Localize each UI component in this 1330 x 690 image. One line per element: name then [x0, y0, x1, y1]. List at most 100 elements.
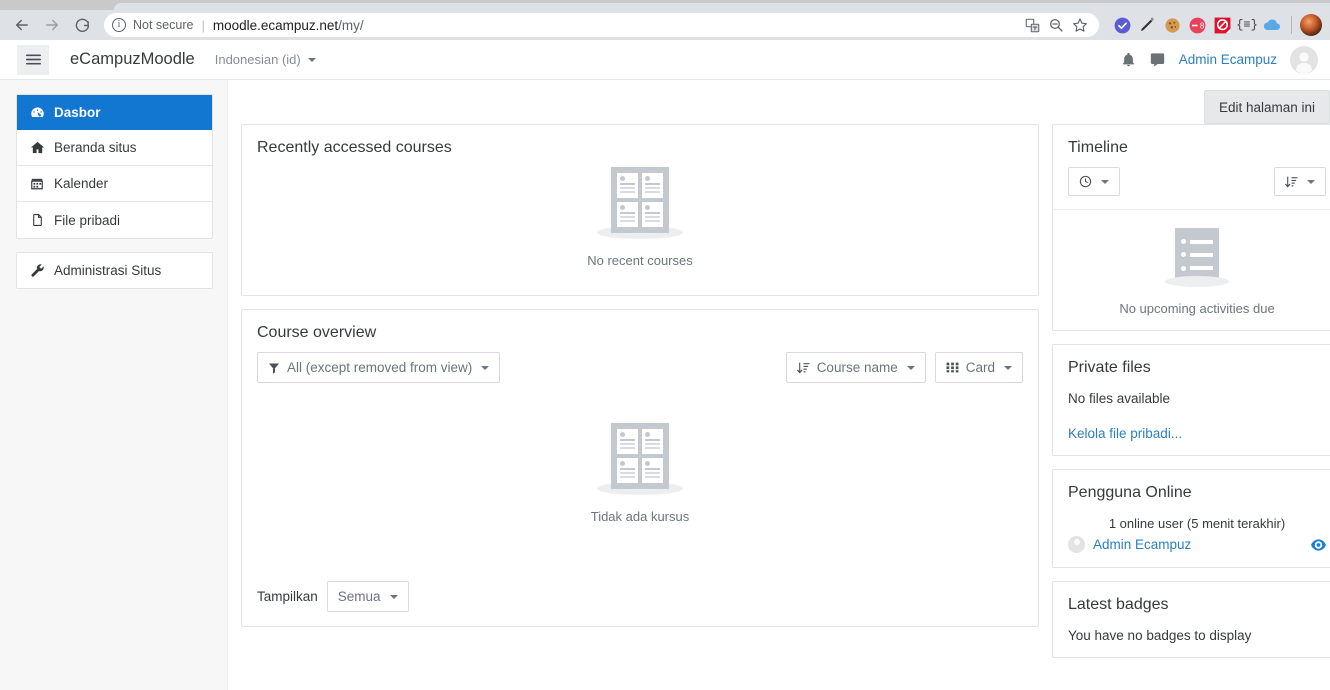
- course-display-dropdown[interactable]: Card: [934, 352, 1023, 383]
- sidebar-item-label: Kalender: [54, 176, 109, 191]
- reload-icon[interactable]: [68, 11, 96, 39]
- timeline-empty-state: No upcoming activities due: [1068, 228, 1326, 316]
- edit-page-button[interactable]: Edit halaman ini: [1203, 90, 1330, 124]
- illustration-shadow: [1165, 276, 1229, 287]
- course-overview-controls: All (except removed from view) Course na…: [257, 352, 1023, 383]
- course-filter-label: All (except removed from view): [287, 360, 473, 375]
- verified-badge-extension-icon[interactable]: [1111, 14, 1133, 36]
- translate-icon[interactable]: [1021, 14, 1043, 36]
- illustration-card: [616, 457, 638, 483]
- block-title: Course overview: [257, 324, 377, 341]
- site-info-icon[interactable]: i: [112, 18, 126, 32]
- course-overview-block: Course overview All (except removed from…: [241, 309, 1039, 627]
- site-brand[interactable]: eCampuzMoodle: [70, 50, 195, 69]
- course-display-label: Card: [965, 360, 995, 375]
- paging-size-dropdown[interactable]: Semua: [326, 581, 409, 612]
- eye-icon[interactable]: [1311, 538, 1326, 551]
- page-body: Dasbor Beranda situs Kalender File priba…: [0, 80, 1330, 690]
- empty-state-text: No recent courses: [587, 253, 693, 268]
- user-menu-link[interactable]: Admin Ecampuz: [1179, 52, 1277, 67]
- timeline-block: Timeline No upcoming activities due: [1052, 124, 1330, 331]
- empty-state-text: Tidak ada kursus: [590, 508, 690, 524]
- course-overview-empty-state: Tidak ada kursus: [590, 422, 690, 524]
- sidebar-navigation: Dasbor Beranda situs Kalender File priba…: [0, 80, 228, 690]
- course-filter-dropdown[interactable]: All (except removed from view): [257, 352, 501, 383]
- block-title: Latest badges: [1068, 596, 1169, 613]
- illustration-row: [1181, 265, 1213, 271]
- pen-extension-icon[interactable]: [1136, 14, 1158, 36]
- back-arrow-icon[interactable]: [8, 11, 36, 39]
- chevron-down-icon: [481, 365, 490, 370]
- illustration-card: [616, 428, 638, 454]
- sidebar-item-label: File pribadi: [54, 212, 121, 228]
- language-menu[interactable]: Indonesian (id): [215, 52, 316, 67]
- sidebar-item-dasbor[interactable]: Dasbor: [17, 95, 212, 130]
- chevron-down-icon: [1004, 365, 1012, 370]
- url-path: /my/: [338, 17, 364, 33]
- filter-funnel-icon: [268, 362, 280, 374]
- moodle-navbar: eCampuzMoodle Indonesian (id) Admin Ecam…: [0, 40, 1330, 80]
- illustration-card: [642, 202, 663, 227]
- star-icon[interactable]: [1069, 14, 1091, 36]
- zoom-out-icon[interactable]: [1045, 14, 1067, 36]
- cookie-extension-icon[interactable]: [1161, 14, 1183, 36]
- online-user-row: Admin Ecampuz: [1068, 536, 1326, 553]
- sidebar-item-administrasi-situs[interactable]: Administrasi Situs: [17, 253, 212, 288]
- illustration-card: [617, 202, 638, 227]
- home-icon: [29, 140, 45, 155]
- chevron-down-icon: [1307, 179, 1315, 184]
- code-braces-extension-icon[interactable]: {≡}: [1236, 14, 1258, 36]
- main-column: Recently accessed courses No recent cour…: [241, 124, 1039, 640]
- bell-icon[interactable]: [1121, 52, 1136, 68]
- chevron-down-icon: [1101, 179, 1109, 184]
- course-sort-dropdown[interactable]: Course name: [785, 352, 926, 383]
- address-bar[interactable]: i Not secure | moodle.ecampuz.net/my/: [104, 13, 1099, 37]
- adblock-extension-icon[interactable]: [1211, 14, 1233, 36]
- message-bubble-icon[interactable]: [1149, 52, 1166, 68]
- illustration-card: [641, 428, 663, 454]
- browser-tab-strip[interactable]: [0, 0, 1330, 10]
- svg-text:8: 8: [1199, 21, 1204, 30]
- recently-accessed-empty-state: No recent courses: [257, 167, 1023, 268]
- url-divider: |: [201, 17, 205, 33]
- clock-icon: [1079, 175, 1092, 188]
- online-users-block: Pengguna Online 1 online user (5 menit t…: [1052, 469, 1330, 568]
- private-files-empty-text: No files available: [1068, 391, 1171, 406]
- latest-badges-empty-text: You have no badges to display: [1068, 628, 1252, 643]
- sidebar-item-beranda-situs[interactable]: Beranda situs: [17, 130, 212, 166]
- url-display: moodle.ecampuz.net/my/: [213, 18, 364, 33]
- block-title: Recently accessed courses: [257, 139, 452, 156]
- online-user-avatar[interactable]: [1068, 536, 1085, 553]
- paging-label: Tampilkan: [257, 589, 318, 604]
- red-badge-extension-icon[interactable]: 8: [1186, 14, 1208, 36]
- online-user-name[interactable]: Admin Ecampuz: [1093, 537, 1191, 552]
- sidebar-group-admin: Administrasi Situs: [16, 252, 213, 289]
- activity-list-illustration: [1175, 228, 1219, 282]
- side-column: Timeline No upcoming activities due Priv…: [1052, 124, 1330, 671]
- course-cards-illustration: [610, 422, 669, 489]
- omnibox-actions: [1015, 14, 1091, 36]
- user-avatar[interactable]: [1290, 45, 1318, 74]
- timeline-date-filter-dropdown[interactable]: [1068, 167, 1120, 196]
- profile-avatar[interactable]: [1300, 14, 1322, 36]
- sidebar-item-label: Beranda situs: [54, 140, 137, 155]
- sidebar-item-kalender[interactable]: Kalender: [17, 166, 212, 202]
- wrench-icon: [29, 263, 45, 278]
- course-view-controls: Course name Card: [785, 352, 1023, 383]
- navbar-right: Admin Ecampuz: [1121, 45, 1318, 74]
- latest-badges-block: Latest badges You have no badges to disp…: [1052, 581, 1330, 658]
- language-label: Indonesian (id): [214, 52, 301, 67]
- hamburger-menu-icon[interactable]: [17, 44, 49, 75]
- illustration-row: [1181, 239, 1213, 245]
- grid-icon: [946, 361, 959, 374]
- illustration-row: [1181, 252, 1213, 258]
- chevron-down-icon: [389, 594, 398, 599]
- sidebar-item-file-pribadi[interactable]: File pribadi: [17, 202, 212, 238]
- timeline-divider: [1053, 209, 1330, 210]
- cloud-extension-icon[interactable]: [1261, 14, 1283, 36]
- block-title: Pengguna Online: [1068, 484, 1192, 501]
- active-tab[interactable]: [114, 3, 1330, 10]
- forward-arrow-icon[interactable]: [38, 11, 66, 39]
- timeline-sort-dropdown[interactable]: [1274, 167, 1326, 196]
- manage-private-files-link[interactable]: Kelola file pribadi...: [1068, 426, 1326, 441]
